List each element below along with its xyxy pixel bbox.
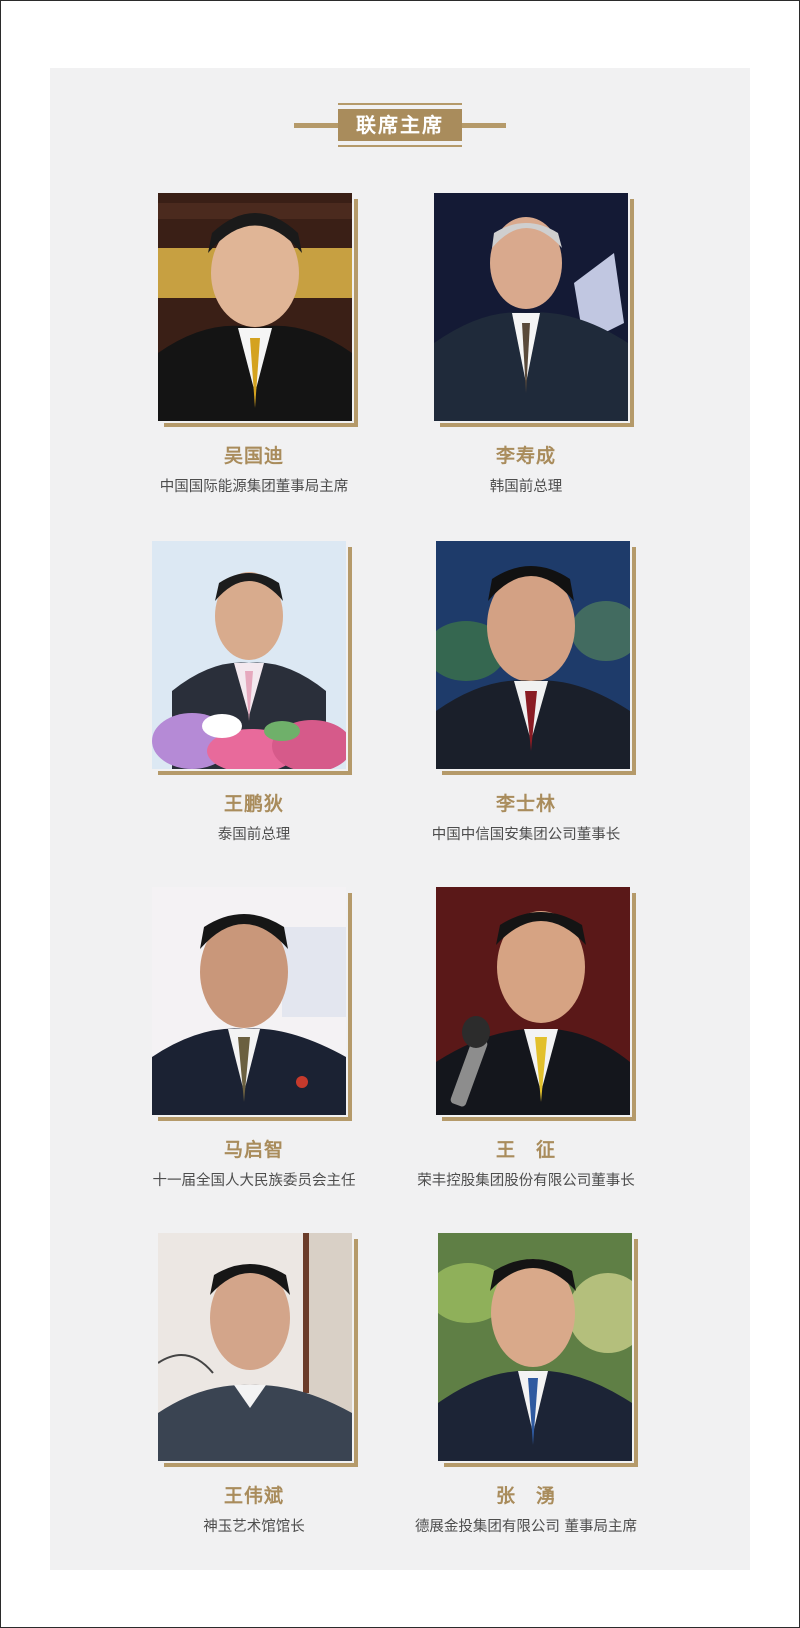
section-banner: 联席主席 — [0, 103, 800, 147]
person-card: 李寿成 韩国前总理 — [376, 193, 676, 503]
person-name: 李士林 — [495, 793, 556, 815]
banner-rule-right — [460, 123, 506, 128]
portrait-photo-graphic — [436, 887, 630, 1115]
person-card: 王伟斌 神玉艺术馆馆长 — [104, 1233, 404, 1543]
photo-frame — [434, 193, 634, 427]
portrait-photo-graphic — [152, 541, 346, 769]
portrait-photo — [438, 1233, 632, 1461]
portrait-photo — [152, 541, 346, 769]
photo-frame — [438, 1233, 638, 1467]
person-card: 李士林 中国中信国安集团公司董事长 — [376, 541, 676, 851]
photo-frame — [152, 541, 352, 775]
person-name: 王 征 — [495, 1139, 556, 1161]
portrait-photo-graphic — [158, 1233, 352, 1461]
person-card: 王鹏狄 泰国前总理 — [104, 541, 404, 851]
portrait-photo — [436, 887, 630, 1115]
portrait-photo-graphic — [436, 541, 630, 769]
photo-frame — [152, 887, 352, 1121]
portrait-photo-graphic — [438, 1233, 632, 1461]
person-card: 吴国迪 中国国际能源集团董事局主席 — [104, 193, 404, 503]
portrait-photo — [436, 541, 630, 769]
portrait-photo — [158, 1233, 352, 1461]
photo-frame — [436, 887, 636, 1121]
photo-frame — [436, 541, 636, 775]
person-card: 马启智 十一届全国人大民族委员会主任 — [104, 887, 404, 1197]
banner-box: 联席主席 — [338, 103, 462, 147]
person-title: 荣丰控股集团股份有限公司董事长 — [417, 1173, 635, 1189]
photo-frame — [158, 1233, 358, 1467]
person-title: 中国中信国安集团公司董事长 — [431, 827, 621, 843]
person-card: 张 湧 德展金投集团有限公司 董事局主席 — [376, 1233, 676, 1543]
photo-frame — [158, 193, 358, 427]
portrait-photo — [152, 887, 346, 1115]
portrait-photo — [434, 193, 628, 421]
person-name: 王伟斌 — [223, 1485, 284, 1507]
portrait-photo-graphic — [152, 887, 346, 1115]
portrait-photo-graphic — [434, 193, 628, 421]
section-title: 联席主席 — [338, 109, 462, 141]
banner-rule-left — [294, 123, 340, 128]
person-title: 韩国前总理 — [489, 479, 563, 495]
person-name: 王鹏狄 — [223, 793, 284, 815]
person-name: 李寿成 — [495, 445, 556, 467]
portrait-photo — [158, 193, 352, 421]
person-title: 德展金投集团有限公司 董事局主席 — [414, 1519, 638, 1535]
person-name: 吴国迪 — [223, 445, 284, 467]
portrait-photo-graphic — [158, 193, 352, 421]
person-name: 张 湧 — [495, 1485, 556, 1507]
person-name: 马启智 — [223, 1139, 284, 1161]
person-card: 王 征 荣丰控股集团股份有限公司董事长 — [376, 887, 676, 1197]
